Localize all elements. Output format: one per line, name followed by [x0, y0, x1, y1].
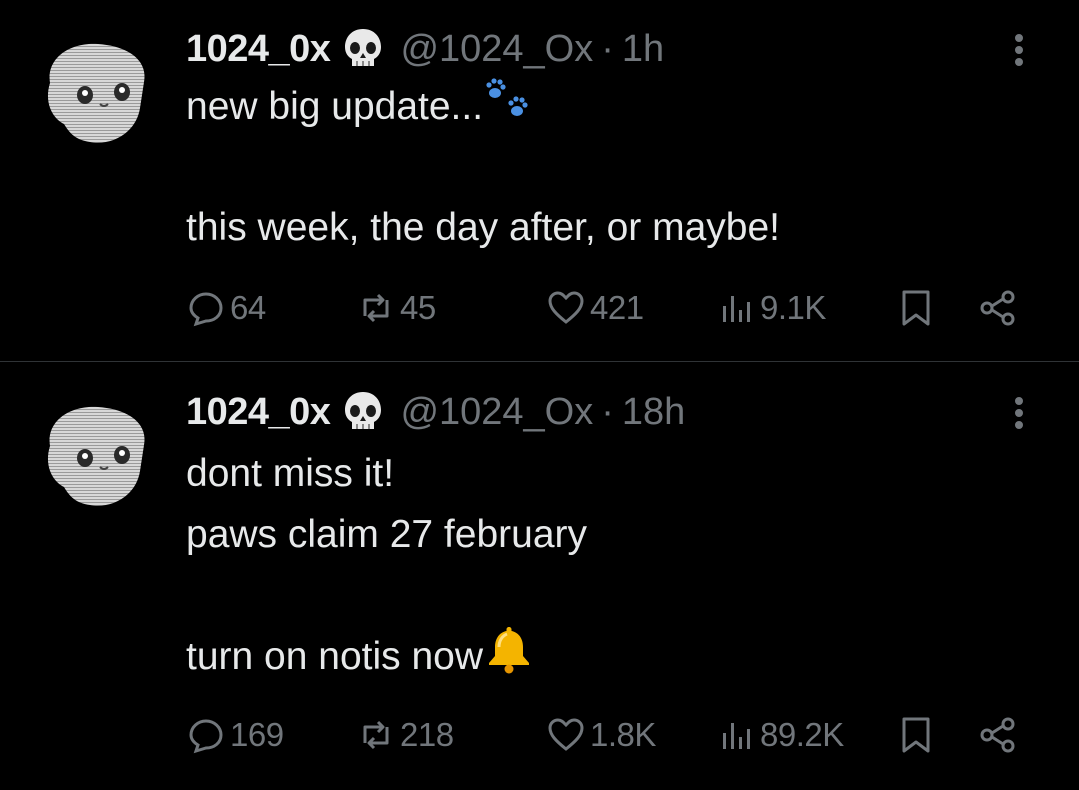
repost-button[interactable]: 218 — [356, 713, 454, 757]
share-icon[interactable] — [978, 715, 1018, 755]
views-count: 9.1K — [760, 289, 826, 326]
tweet-header: 1024_0x @1024_Ox · 1h — [186, 24, 664, 74]
skull-icon — [345, 29, 382, 66]
more-options-icon[interactable] — [1007, 393, 1031, 433]
like-button[interactable]: 1.8K — [546, 713, 656, 757]
action-bar: 169 218 1.8K 89.2K — [186, 713, 1023, 757]
heart-icon — [548, 718, 584, 751]
tweet-text-line: new big update... — [186, 75, 533, 137]
reply-icon — [189, 719, 223, 754]
heart-icon — [548, 291, 584, 324]
reply-count: 169 — [230, 716, 284, 753]
reply-icon — [189, 292, 223, 327]
user-handle[interactable]: @1024_Ox — [400, 391, 593, 434]
tweet-divider — [0, 361, 1079, 362]
timeline-feed: 1024_0x @1024_Ox · 1h new big update... — [0, 0, 1079, 790]
more-options-icon[interactable] — [1007, 30, 1031, 70]
avatar[interactable] — [40, 401, 150, 511]
views-button[interactable]: 9.1K — [716, 286, 826, 330]
skull-icon — [345, 392, 382, 429]
share-icon[interactable] — [978, 288, 1018, 328]
tweet-header: 1024_0x @1024_Ox · 18h — [186, 387, 685, 437]
repost-count: 45 — [400, 289, 436, 326]
display-name[interactable]: 1024_0x — [186, 28, 331, 71]
bookmark-icon[interactable] — [896, 715, 936, 755]
repost-count: 218 — [400, 716, 454, 753]
repost-icon — [363, 720, 389, 750]
display-name[interactable]: 1024_0x — [186, 391, 331, 434]
tweet-card[interactable]: 1024_0x @1024_Ox · 1h new big update... — [0, 0, 1079, 362]
paw-prints-icon — [486, 78, 528, 116]
like-count: 421 — [590, 289, 644, 326]
views-count: 89.2K — [760, 716, 844, 753]
tweet-text-line: paws claim 27 february — [186, 513, 588, 556]
avatar[interactable] — [40, 38, 150, 148]
views-button[interactable]: 89.2K — [716, 713, 844, 757]
tweet-text-line: turn on notis now — [186, 623, 535, 687]
timestamp[interactable]: 1h — [622, 28, 664, 71]
views-chart-icon — [723, 296, 750, 322]
bell-icon — [489, 627, 530, 674]
tweet-text-line: dont miss it! — [186, 452, 395, 495]
separator-dot: · — [601, 390, 614, 433]
bookmark-icon[interactable] — [896, 288, 936, 328]
user-handle[interactable]: @1024_Ox — [400, 28, 593, 71]
reply-button[interactable]: 64 — [186, 286, 266, 330]
repost-icon — [363, 293, 389, 323]
repost-button[interactable]: 45 — [356, 286, 436, 330]
reply-button[interactable]: 169 — [186, 713, 284, 757]
reply-count: 64 — [230, 289, 266, 326]
timestamp[interactable]: 18h — [622, 391, 685, 434]
action-bar: 64 45 421 9.1K — [186, 286, 1023, 330]
tweet-text-line: this week, the day after, or maybe! — [186, 206, 780, 249]
tweet-card[interactable]: 1024_0x @1024_Ox · 18h dont miss it! paw… — [0, 363, 1079, 790]
separator-dot: · — [601, 27, 614, 70]
like-count: 1.8K — [590, 716, 656, 753]
like-button[interactable]: 421 — [546, 286, 644, 330]
views-chart-icon — [723, 723, 750, 749]
